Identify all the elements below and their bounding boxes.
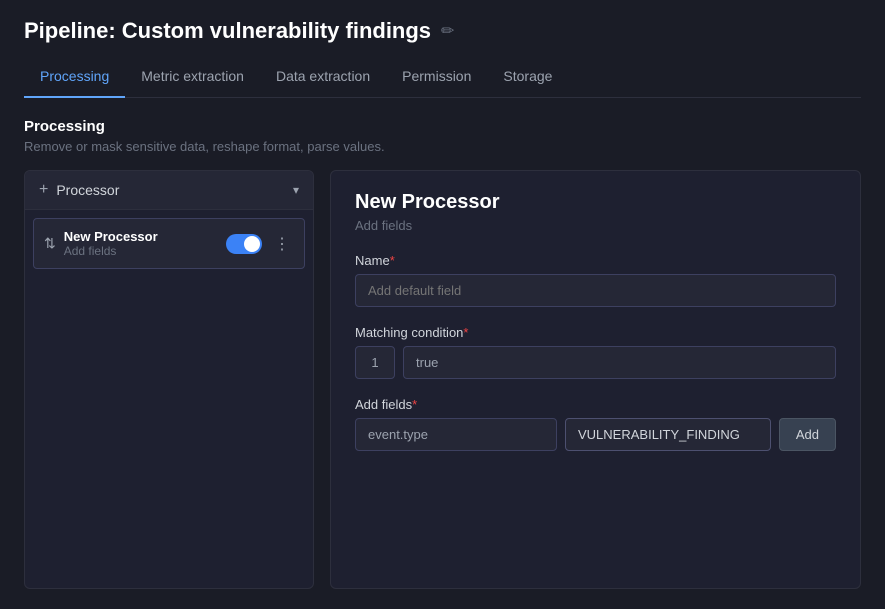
content-area: + Processor ▾ ⇅ New Processor Add fields bbox=[24, 170, 861, 589]
add-processor-label: Processor bbox=[56, 182, 119, 198]
processor-item[interactable]: ⇅ New Processor Add fields ⋮ bbox=[33, 218, 305, 269]
plus-icon: + bbox=[39, 181, 48, 199]
right-panel: New Processor Add fields Name* Matching … bbox=[330, 170, 861, 589]
tab-data-extraction[interactable]: Data extraction bbox=[260, 60, 386, 98]
header: Pipeline: Custom vulnerability findings … bbox=[0, 0, 885, 98]
matching-condition-label: Matching condition* bbox=[355, 325, 836, 340]
name-label: Name* bbox=[355, 253, 836, 268]
tab-metric-extraction[interactable]: Metric extraction bbox=[125, 60, 260, 98]
tab-storage[interactable]: Storage bbox=[487, 60, 568, 98]
page-title-row: Pipeline: Custom vulnerability findings … bbox=[24, 18, 861, 44]
edit-icon[interactable]: ✏ bbox=[441, 21, 454, 41]
more-options-icon[interactable]: ⋮ bbox=[270, 234, 294, 254]
tab-permission[interactable]: Permission bbox=[386, 60, 487, 98]
field-key-input[interactable] bbox=[355, 418, 557, 451]
processor-item-name: New Processor bbox=[64, 229, 226, 244]
name-form-group: Name* bbox=[355, 253, 836, 307]
add-fields-form-group: Add fields* Add bbox=[355, 397, 836, 451]
tabs: Processing Metric extraction Data extrac… bbox=[24, 60, 861, 98]
add-fields-label: Add fields* bbox=[355, 397, 836, 412]
field-value-input[interactable] bbox=[565, 418, 771, 451]
matching-condition-input[interactable] bbox=[403, 346, 836, 379]
matching-condition-form-group: Matching condition* bbox=[355, 325, 836, 379]
page-title: Pipeline: Custom vulnerability findings bbox=[24, 18, 431, 44]
drag-handle-icon: ⇅ bbox=[44, 235, 56, 252]
matching-number-input[interactable] bbox=[355, 346, 395, 379]
panel-title: New Processor bbox=[355, 191, 836, 214]
section-title: Processing bbox=[24, 118, 861, 135]
section-description: Remove or mask sensitive data, reshape f… bbox=[24, 139, 861, 154]
processor-list: ⇅ New Processor Add fields ⋮ bbox=[25, 210, 313, 588]
add-processor-button[interactable]: + Processor ▾ bbox=[25, 171, 313, 210]
processor-item-sub: Add fields bbox=[64, 244, 226, 258]
tab-processing[interactable]: Processing bbox=[24, 60, 125, 98]
add-field-button[interactable]: Add bbox=[779, 418, 836, 451]
app-container: Pipeline: Custom vulnerability findings … bbox=[0, 0, 885, 609]
name-input[interactable] bbox=[355, 274, 836, 307]
main-content: Processing Remove or mask sensitive data… bbox=[0, 98, 885, 609]
processor-toggle[interactable] bbox=[226, 234, 262, 254]
panel-subtitle: Add fields bbox=[355, 218, 836, 233]
left-panel: + Processor ▾ ⇅ New Processor Add fields bbox=[24, 170, 314, 589]
chevron-down-icon: ▾ bbox=[293, 183, 299, 197]
